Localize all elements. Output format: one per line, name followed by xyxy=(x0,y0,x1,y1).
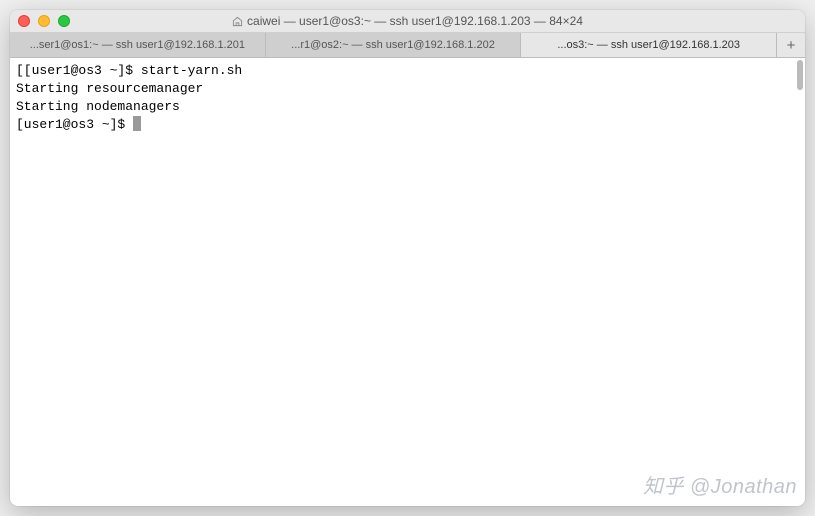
window-title-text: caiwei — user1@os3:~ — ssh user1@192.168… xyxy=(247,14,583,28)
close-button[interactable] xyxy=(18,15,30,27)
terminal-prompt: [user1@os3 ~]$ xyxy=(16,117,133,132)
scrollbar-thumb[interactable] xyxy=(797,60,803,90)
tab-os1[interactable]: ...ser1@os1:~ — ssh user1@192.168.1.201 xyxy=(10,33,266,57)
home-icon xyxy=(232,16,243,27)
terminal-line: Starting resourcemanager xyxy=(16,80,799,98)
tab-os3[interactable]: ...os3:~ — ssh user1@192.168.1.203 xyxy=(521,33,777,57)
terminal-line: Starting nodemanagers xyxy=(16,98,799,116)
terminal-prompt-line: [user1@os3 ~]$ xyxy=(16,116,799,134)
terminal-window: caiwei — user1@os3:~ — ssh user1@192.168… xyxy=(10,10,805,506)
terminal-cursor xyxy=(133,116,141,131)
new-tab-button[interactable]: + xyxy=(777,33,805,57)
window-title: caiwei — user1@os3:~ — ssh user1@192.168… xyxy=(10,14,805,28)
tab-label: ...ser1@os1:~ — ssh user1@192.168.1.201 xyxy=(30,39,245,51)
minimize-button[interactable] xyxy=(38,15,50,27)
titlebar[interactable]: caiwei — user1@os3:~ — ssh user1@192.168… xyxy=(10,10,805,33)
tab-os2[interactable]: ...r1@os2:~ — ssh user1@192.168.1.202 xyxy=(266,33,522,57)
tab-label: ...os3:~ — ssh user1@192.168.1.203 xyxy=(557,39,740,51)
terminal-line: [[user1@os3 ~]$ start-yarn.sh xyxy=(16,62,799,80)
terminal-body[interactable]: [[user1@os3 ~]$ start-yarn.sh Starting r… xyxy=(10,58,805,506)
traffic-lights xyxy=(18,15,70,27)
maximize-button[interactable] xyxy=(58,15,70,27)
plus-icon: + xyxy=(787,37,796,54)
tab-bar: ...ser1@os1:~ — ssh user1@192.168.1.201 … xyxy=(10,33,805,58)
tab-label: ...r1@os2:~ — ssh user1@192.168.1.202 xyxy=(291,39,495,51)
watermark: 知乎 @Jonathan xyxy=(643,478,797,496)
